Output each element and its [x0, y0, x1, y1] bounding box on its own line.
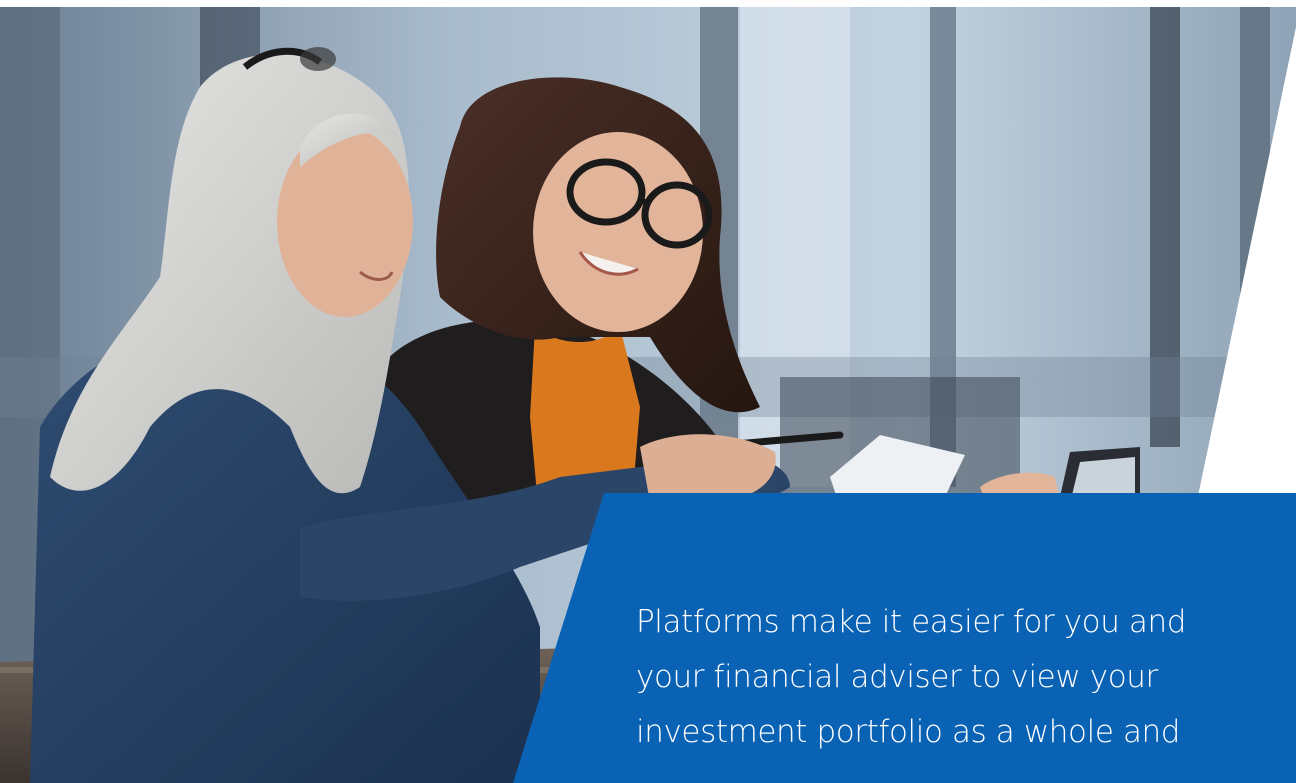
feature-panel-text: Platforms make it easier for you and you…	[636, 604, 1187, 750]
page: Platforms make it easier for you and you…	[0, 0, 1296, 783]
